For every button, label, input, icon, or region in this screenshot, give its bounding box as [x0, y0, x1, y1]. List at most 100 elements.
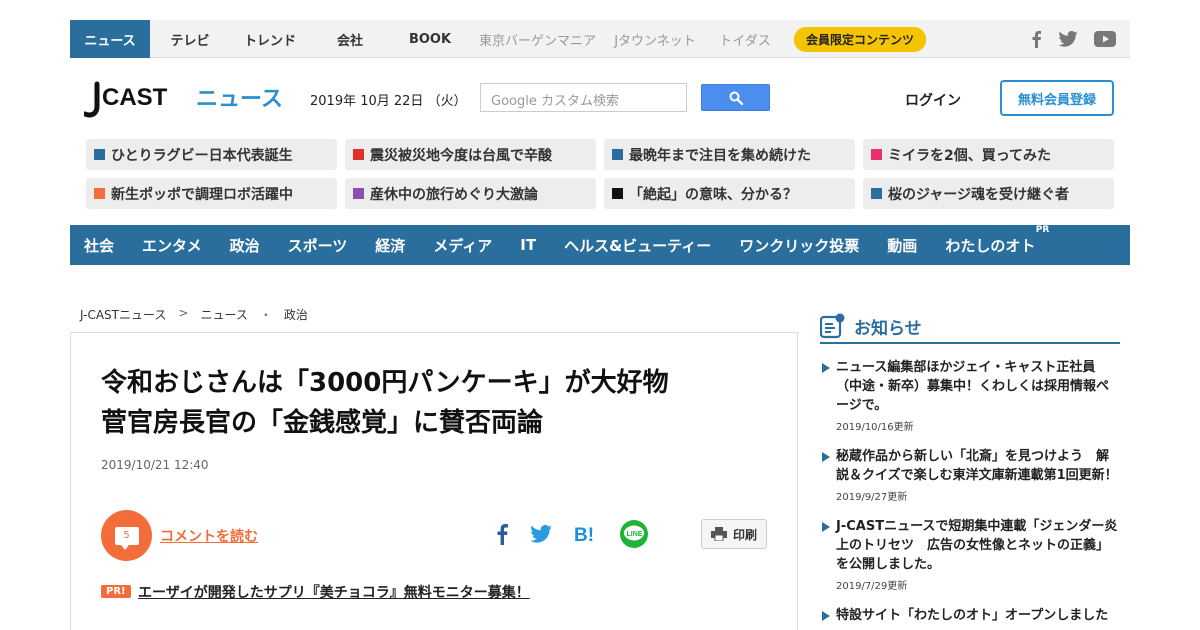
tag-color-marker	[94, 188, 105, 199]
twitter-share-icon[interactable]	[530, 525, 552, 543]
article-card: 令和おじさんは「3000円パンケーキ」が大好物 菅官房長官の「金銭感覚」に賛否両…	[70, 332, 798, 630]
breadcrumb: J-CASTニュース > ニュース ・ 政治	[80, 306, 308, 323]
hatena-bookmark-icon[interactable]: B!	[574, 524, 598, 544]
pr-marker: PR	[1035, 224, 1050, 235]
topnav-news[interactable]: ニュース	[70, 20, 150, 58]
topic-tag[interactable]: 産休中の旅行めぐり大激論	[345, 178, 596, 209]
facebook-icon[interactable]	[1030, 30, 1042, 48]
arrow-right-icon	[822, 363, 830, 373]
login-link[interactable]: ログイン	[905, 90, 961, 110]
topnav-book[interactable]: BOOK	[390, 20, 470, 58]
print-label: 印刷	[732, 527, 757, 542]
comment-count-badge[interactable]: 5	[101, 510, 152, 561]
topic-tag[interactable]: 「絶起」の意味、分かる？	[604, 178, 855, 209]
article-date: 2019/10/21 12:40	[101, 458, 209, 472]
logo-cast-text: CAST	[102, 84, 168, 111]
share-buttons: B! LINE	[496, 520, 648, 548]
notice-updated: 2019/9/27更新	[836, 492, 908, 503]
pr-badge: PR!	[101, 585, 131, 598]
topnav-bargain-mania[interactable]: 東京バーゲンマニア	[470, 20, 605, 58]
topic-tag[interactable]: ひとりラグビー日本代表誕生	[86, 139, 337, 170]
tag-color-marker	[612, 188, 623, 199]
jcast-logo[interactable]: CAST ニュース	[82, 78, 284, 122]
category-one-click-poll[interactable]: ワンクリック投票	[739, 235, 859, 256]
print-button[interactable]: 印刷	[701, 519, 767, 549]
breadcrumb-separator: >	[178, 306, 189, 320]
category-watashi-no-oto[interactable]: わたしのオト PR	[945, 225, 1049, 256]
comment-count: 5	[114, 526, 139, 550]
notice-header: お知らせ	[820, 310, 1120, 344]
category-media[interactable]: メディア	[433, 235, 492, 256]
notice-list: ニュース編集部ほかジェイ・キャスト正社員（中途・新卒）募集中！くわしくは採用情報…	[820, 358, 1120, 630]
breadcrumb-home[interactable]: J-CASTニュース	[80, 306, 166, 323]
article-headline: 令和おじさんは「3000円パンケーキ」が大好物 菅官房長官の「金銭感覚」に賛否両…	[101, 363, 781, 443]
topic-tag[interactable]: 桜のジャージ魂を受け継ぐ者	[863, 178, 1114, 209]
search-button[interactable]	[701, 84, 770, 111]
category-politics[interactable]: 政治	[230, 235, 260, 256]
printer-icon	[710, 527, 727, 541]
register-button[interactable]: 無料会員登録	[1000, 80, 1114, 116]
tag-color-marker	[353, 149, 364, 160]
topic-tags: ひとりラグビー日本代表誕生 震災被災地今度は台風で辛酸 最晩年まで注目を集め続け…	[86, 139, 1114, 209]
search-input[interactable]: Google カスタム検索	[480, 83, 687, 112]
notice-text: ニュース編集部ほかジェイ・キャスト正社員（中途・新卒）募集中！くわしくは採用情報…	[836, 360, 1110, 413]
topnav-member-content[interactable]: 会員限定コンテンツ	[785, 20, 935, 58]
tag-color-marker	[871, 188, 882, 199]
breadcrumb-separator: ・	[259, 308, 272, 322]
headline-line-2: 菅官房長官の「金銭感覚」に賛否両論	[101, 408, 544, 438]
notice-text: 特設サイト「わたしのオト」オープンしました	[836, 608, 1109, 623]
notice-text: 秘蔵作品から新しい「北斎」を見つけよう 解説＆クイズで楽しむ東洋文庫新連載第1回…	[836, 449, 1118, 483]
topnav-trend[interactable]: トレンド	[230, 20, 310, 58]
topic-tag[interactable]: 最晩年まで注目を集め続けた	[604, 139, 855, 170]
category-health-beauty[interactable]: ヘルス&ビューティー	[564, 235, 711, 256]
topic-tag[interactable]: 震災被災地今度は台風で辛酸	[345, 139, 596, 170]
category-video[interactable]: 動画	[887, 235, 917, 256]
arrow-right-icon	[822, 522, 830, 532]
topnav-toidas[interactable]: トイダス	[705, 20, 785, 58]
topnav-jtown[interactable]: Jタウンネット	[605, 20, 705, 58]
logo-news-text: ニュース	[196, 87, 283, 112]
facebook-share-icon[interactable]	[496, 523, 508, 545]
category-society[interactable]: 社会	[84, 235, 114, 256]
current-date: 2019年 10月 22日 （火）	[310, 94, 467, 109]
notice-item[interactable]: 秘蔵作品から新しい「北斎」を見つけよう 解説＆クイズで楽しむ東洋文庫新連載第1回…	[820, 447, 1120, 503]
tag-color-marker	[94, 149, 105, 160]
breadcrumb-politics[interactable]: 政治	[284, 306, 308, 323]
notice-text: J-CASTニュースで短期集中連載「ジェンダー炎上のトリセツ 広告の女性像とネッ…	[836, 519, 1118, 572]
line-share-icon[interactable]: LINE	[620, 520, 648, 548]
tag-color-marker	[612, 149, 623, 160]
category-sports[interactable]: スポーツ	[288, 235, 348, 256]
notice-item[interactable]: 特設サイト「わたしのオト」オープンしました	[820, 606, 1120, 625]
category-it[interactable]: IT	[520, 236, 536, 254]
topnav-company[interactable]: 会社	[310, 20, 390, 58]
tag-color-marker	[871, 149, 882, 160]
top-bar: ニュース テレビ トレンド 会社 BOOK 東京バーゲンマニア Jタウンネット …	[70, 20, 1130, 58]
arrow-right-icon	[822, 611, 830, 621]
notice-icon	[820, 313, 845, 339]
category-nav: 社会 エンタメ 政治 スポーツ 経済 メディア IT ヘルス&ビューティー ワン…	[70, 225, 1130, 265]
notice-item[interactable]: ニュース編集部ほかジェイ・キャスト正社員（中途・新卒）募集中！くわしくは採用情報…	[820, 358, 1120, 433]
notice-updated: 2019/7/29更新	[836, 581, 908, 592]
headline-line-1: 令和おじさんは「3000円パンケーキ」が大好物	[101, 368, 669, 398]
svg-text:B!: B!	[574, 525, 594, 544]
member-content-pill: 会員限定コンテンツ	[793, 26, 926, 52]
read-comments-link[interactable]: コメントを読む	[160, 526, 258, 546]
social-links	[1030, 20, 1116, 58]
category-entertainment[interactable]: エンタメ	[142, 235, 202, 256]
youtube-icon[interactable]	[1094, 31, 1116, 47]
topic-tag[interactable]: ミイラを2個、買ってみた	[863, 139, 1114, 170]
topic-tag[interactable]: 新生ポッポで調理ロボ活躍中	[86, 178, 337, 209]
topnav-tv[interactable]: テレビ	[150, 20, 230, 58]
site-nav: ニュース テレビ トレンド 会社 BOOK 東京バーゲンマニア Jタウンネット …	[70, 20, 935, 58]
arrow-right-icon	[822, 452, 830, 462]
sponsored-link[interactable]: エーザイが開発したサプリ『美チョコラ』無料モニター募集！	[138, 582, 530, 602]
svg-text:LINE: LINE	[627, 531, 643, 538]
twitter-icon[interactable]	[1058, 31, 1078, 47]
tag-color-marker	[353, 188, 364, 199]
notice-item[interactable]: J-CASTニュースで短期集中連載「ジェンダー炎上のトリセツ 広告の女性像とネッ…	[820, 517, 1120, 592]
category-economy[interactable]: 経済	[375, 235, 405, 256]
breadcrumb-news[interactable]: ニュース	[200, 306, 247, 323]
notice-title: お知らせ	[854, 318, 922, 339]
notice-updated: 2019/10/16更新	[836, 422, 914, 433]
search-icon	[729, 91, 743, 105]
